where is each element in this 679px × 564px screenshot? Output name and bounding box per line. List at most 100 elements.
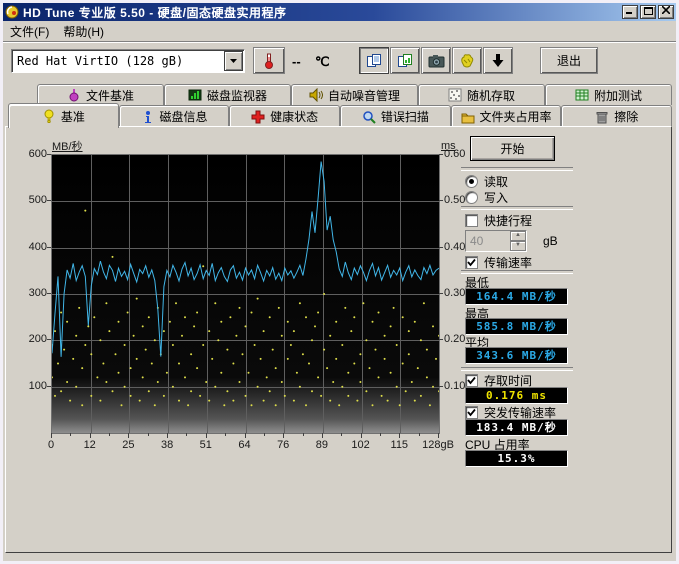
- transfer-rate-checkbox[interactable]: [465, 256, 478, 269]
- application-window: HD Tune 专业版 5.50 - 硬盘/固态硬盘实用程序 文件(F) 帮助(…: [0, 0, 679, 564]
- x-axis-minor-tick: [303, 433, 304, 436]
- spinner-up-icon: ▲: [510, 231, 526, 241]
- y-axis-tick: [439, 339, 443, 340]
- short-stroke-unit: gB: [543, 234, 558, 248]
- tab-row-main: 基准 磁盘信息 健康状态 错误扫描: [8, 105, 672, 127]
- title-bar: HD Tune 专业版 5.50 - 硬盘/固态硬盘实用程序: [3, 3, 676, 21]
- y-axis-tick-label: 0.10: [444, 380, 465, 392]
- y-axis-tick-label: 0.20: [444, 333, 465, 345]
- save-results-button[interactable]: [452, 47, 482, 74]
- dropdown-arrow-icon[interactable]: [224, 51, 243, 71]
- minimum-value: 164.4 MB/秒: [465, 288, 568, 305]
- tab-extra-tests[interactable]: 附加测试: [545, 84, 672, 105]
- tab-benchmark[interactable]: 基准: [8, 103, 119, 128]
- x-axis-tick: [438, 433, 439, 438]
- x-axis-minor-tick: [341, 433, 342, 436]
- write-label: 写入: [484, 189, 508, 206]
- maximize-button[interactable]: [640, 5, 656, 19]
- x-axis-minor-tick: [225, 433, 226, 436]
- tab-error-scan[interactable]: 错误扫描: [340, 105, 451, 127]
- y-axis-tick-label: 0.40: [444, 241, 465, 253]
- minimize-button[interactable]: [622, 5, 638, 19]
- maximum-value: 585.8 MB/秒: [465, 318, 568, 335]
- cpu-usage-value: 15.3%: [465, 450, 568, 467]
- close-button[interactable]: [658, 5, 674, 19]
- write-radio-row: 写入: [465, 189, 508, 206]
- exit-button[interactable]: 退出: [540, 47, 598, 74]
- y-axis-tick-label: 400: [6, 241, 47, 253]
- x-axis-tick-label: 128gB: [414, 439, 462, 451]
- x-axis-minor-tick: [148, 433, 149, 436]
- start-button[interactable]: 开始: [470, 136, 555, 161]
- x-axis-tick: [245, 433, 246, 438]
- menu-help[interactable]: 帮助(H): [56, 21, 111, 42]
- x-axis-tick: [51, 433, 52, 438]
- access-time-checkbox[interactable]: [465, 374, 478, 387]
- info-icon: [141, 110, 155, 124]
- x-axis-tick: [361, 433, 362, 438]
- y-axis-tick: [439, 247, 443, 248]
- screenshot-button[interactable]: [421, 47, 451, 74]
- tab-erase[interactable]: 擦除: [561, 105, 672, 127]
- left-axis-title: MB/秒: [52, 138, 83, 154]
- y-axis-tick-label: 100: [6, 380, 47, 392]
- tab-random-access[interactable]: 随机存取: [418, 84, 545, 105]
- copy-image-button[interactable]: [390, 47, 420, 74]
- tab-health[interactable]: 健康状态: [229, 105, 340, 127]
- speaker-icon: [309, 88, 323, 102]
- benchmark-panel: MB/秒 ms 6005004003002001000.600.500.400.…: [5, 126, 672, 553]
- x-axis-tick: [399, 433, 400, 438]
- tab-file-benchmark[interactable]: 文件基准: [37, 84, 164, 105]
- burst-rate-checkbox[interactable]: [465, 406, 478, 419]
- extra-tests-icon: [575, 88, 589, 102]
- temperature-value: --: [292, 54, 301, 69]
- magnifier-icon: [362, 110, 376, 124]
- window-inner: HD Tune 专业版 5.50 - 硬盘/固态硬盘实用程序 文件(F) 帮助(…: [3, 3, 676, 561]
- y-axis-tick: [47, 339, 51, 340]
- y-axis-tick: [47, 293, 51, 294]
- copy-icon: [366, 53, 382, 69]
- tab-auto-acoustic[interactable]: 自动噪音管理: [291, 84, 418, 105]
- x-axis-minor-tick: [419, 433, 420, 436]
- short-stroke-spinner: 40 ▲ ▼: [465, 230, 527, 252]
- read-radio[interactable]: [465, 175, 478, 188]
- folder-icon: [461, 110, 475, 124]
- copy-text-button[interactable]: [359, 47, 389, 74]
- x-axis-minor-tick: [186, 433, 187, 436]
- temperature-button[interactable]: [253, 47, 285, 74]
- x-axis-tick: [206, 433, 207, 438]
- separator: [461, 367, 573, 371]
- y-axis-tick-label: 200: [6, 333, 47, 345]
- check-icon: [467, 258, 476, 267]
- x-axis-minor-tick: [70, 433, 71, 436]
- down-arrow-icon: [491, 53, 505, 68]
- menu-bar: 文件(F) 帮助(H): [3, 22, 676, 42]
- tab-disk-info[interactable]: 磁盘信息: [119, 105, 230, 127]
- y-axis-tick: [439, 386, 443, 387]
- trash-icon: [595, 110, 609, 124]
- burst-rate-value: 183.4 MB/秒: [465, 419, 568, 436]
- y-axis-tick-label: 500: [6, 194, 47, 206]
- camera-icon: [428, 54, 445, 68]
- tab-folder-usage[interactable]: 文件夹占用率: [451, 105, 562, 127]
- separator: [461, 167, 573, 171]
- short-stroke-checkbox[interactable]: [465, 214, 478, 227]
- x-axis-minor-tick: [109, 433, 110, 436]
- tab-disk-monitor[interactable]: 磁盘监视器: [164, 84, 291, 105]
- x-axis-tick: [167, 433, 168, 438]
- app-icon: [5, 5, 19, 19]
- benchmark-chart: [51, 154, 440, 434]
- y-axis-tick: [47, 247, 51, 248]
- separator: [461, 206, 573, 210]
- download-arrow-button[interactable]: [483, 47, 513, 74]
- x-axis-minor-tick: [264, 433, 265, 436]
- x-axis-minor-tick: [380, 433, 381, 436]
- menu-file[interactable]: 文件(F): [3, 21, 56, 42]
- drive-select[interactable]: Red Hat VirtIO (128 gB): [11, 49, 245, 73]
- temperature-unit: ℃: [315, 54, 330, 70]
- transfer-rate-label: 传输速率: [484, 254, 532, 271]
- disk-monitor-icon: [188, 88, 202, 102]
- health-cross-icon: [251, 110, 265, 124]
- transfer-rate-row: 传输速率: [465, 254, 532, 271]
- write-radio[interactable]: [465, 191, 478, 204]
